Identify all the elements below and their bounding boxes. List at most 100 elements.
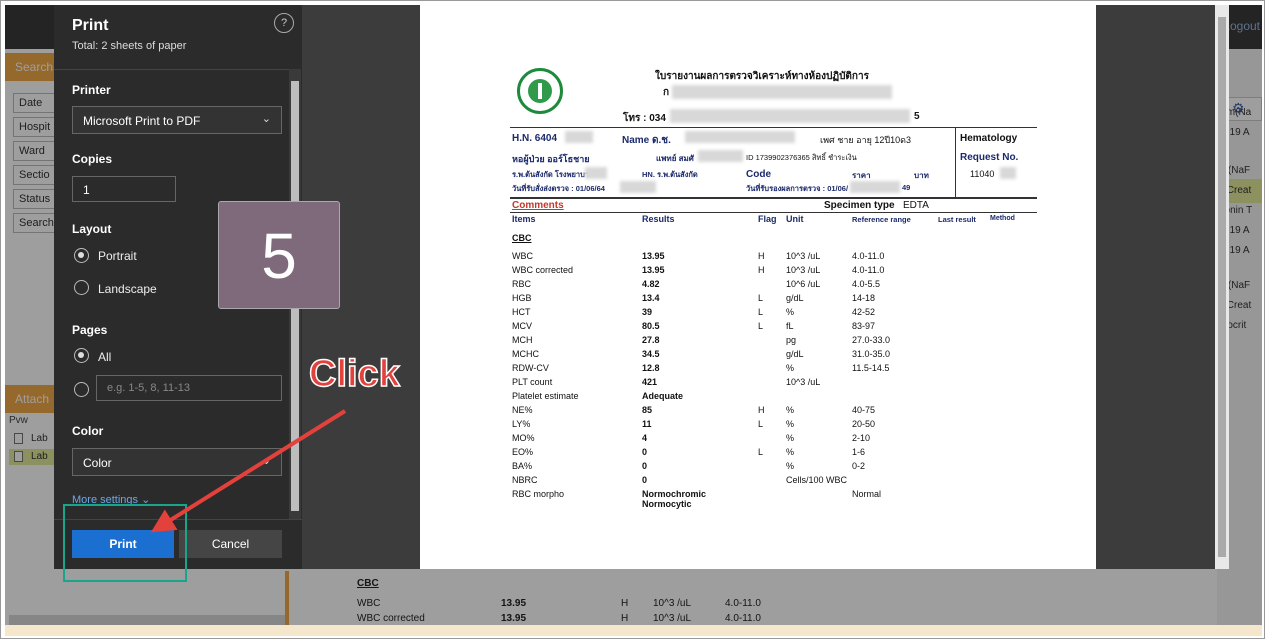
cell-unit: 10^3 /uL [786, 377, 821, 387]
code-label: Code [746, 169, 771, 180]
hospital-logo [517, 68, 563, 114]
doctor-label: แพทย์ สมศั [656, 154, 694, 163]
col-results: Results [642, 214, 675, 224]
cell-ref: 11.5-14.5 [852, 363, 890, 373]
cell-result: 13.4 [642, 293, 660, 303]
send-date: วันที่รับสั่งส่งตรวจ : 01/06/64 [512, 184, 605, 193]
request-no-label: Request No. [960, 152, 1019, 163]
help-icon[interactable]: ? [274, 13, 294, 33]
click-annotation: Click [308, 352, 400, 396]
table-row: WBC 13.95 H 10^3 /uL 4.0-11.0 [420, 251, 1096, 265]
cell-ref: 0-2 [852, 461, 866, 471]
col-last-result: Last result [938, 215, 976, 224]
hospital-name: ก [663, 87, 670, 98]
col-method: Method [990, 215, 1015, 222]
redacted-block [698, 150, 743, 162]
copies-input[interactable]: 1 [72, 176, 176, 202]
cell-flag: H [758, 265, 765, 275]
phone-end: 5 [914, 111, 920, 122]
phone-line: โทร : 034 [623, 113, 666, 124]
pages-custom-radio[interactable] [74, 382, 89, 397]
cell-item: PLT count [512, 377, 553, 387]
hospital-affiliation: ร.พ.ต้นสังกัด โรงพยาบา [512, 170, 590, 179]
cell-result: 12.8 [642, 363, 660, 373]
report-title: ใบรายงานผลการตรวจวิเคราะห์ทางห้องปฏิบัติ… [655, 71, 869, 82]
pages-range-input[interactable]: e.g. 1-5, 8, 11-13 [96, 375, 282, 401]
cell-unit: % [786, 405, 795, 415]
table-row: WBC corrected 13.95 H 10^3 /uL 4.0-11.0 [420, 265, 1096, 279]
landscape-radio[interactable] [74, 280, 89, 295]
cell-result: 85 [642, 405, 653, 415]
cell-unit: % [786, 419, 795, 429]
hn-label: H.N. 6404 [512, 133, 558, 144]
table-row: NE% 85 H% 40-75 [420, 405, 1096, 419]
cell-unit: % [786, 363, 795, 373]
printer-label: Printer [72, 83, 111, 97]
cell-item: WBC [512, 251, 533, 261]
cell-item: MO% [512, 433, 535, 443]
cell-result: 11 [642, 419, 652, 429]
cell-item: BA% [512, 461, 533, 471]
cell-unit: % [786, 307, 795, 317]
cell-unit: % [786, 461, 795, 471]
cell-ref: 27.0-33.0 [852, 335, 891, 345]
cell-unit: % [786, 447, 795, 457]
layout-label: Layout [72, 222, 112, 236]
landscape-label[interactable]: Landscape [98, 282, 157, 296]
cancel-button[interactable]: Cancel [179, 530, 282, 558]
redacted-block [850, 181, 900, 193]
cell-result: 13.95 [642, 251, 665, 261]
cell-result: 34.5 [642, 349, 660, 359]
pages-all-radio[interactable] [74, 348, 89, 363]
color-label: Color [72, 424, 104, 438]
specimen-label: Specimen type [824, 200, 895, 211]
cell-flag: L [758, 321, 764, 331]
printer-select[interactable]: Microsoft Print to PDF ⌄ [72, 106, 282, 134]
pages-all-label[interactable]: All [98, 350, 111, 364]
portrait-radio[interactable] [74, 248, 89, 263]
pages-label: Pages [72, 323, 108, 337]
cell-unit: % [786, 433, 795, 443]
scroll-thumb[interactable] [1218, 17, 1226, 557]
preview-scrollbar[interactable] [1215, 5, 1229, 569]
cell-item: HCT [512, 307, 531, 317]
cell-ref: 1-6 [852, 447, 866, 457]
color-select[interactable]: Color ⌄ [72, 448, 282, 476]
col-flag: Flag [758, 214, 777, 224]
cell-ref: 4.0-5.5 [852, 279, 881, 289]
report-date: วันที่รับรองผลการตรวจ : 01/06/ [746, 184, 849, 193]
cell-flag: L [758, 419, 764, 429]
dialog-subtitle: Total: 2 sheets of paper [72, 40, 187, 52]
cell-item: EO% [512, 447, 534, 457]
baht-label: บาท [914, 171, 929, 180]
portrait-label[interactable]: Portrait [98, 249, 137, 263]
screenshot-frame: Logout Search Date Hospit Ward Sectio St… [0, 0, 1265, 639]
status-bar [5, 625, 1262, 636]
cell-result: 4.82 [642, 279, 660, 289]
comments-label: Comments [512, 200, 564, 211]
table-row: HGB 13.4 Lg/dL 14-18 [420, 293, 1096, 307]
report-date-end: 49 [902, 183, 911, 192]
cell-unit: fL [786, 321, 794, 331]
cell-flag: H [758, 251, 765, 261]
divider [510, 212, 1037, 213]
copies-label: Copies [72, 152, 113, 166]
table-row: EO% 0 L% 1-6 [420, 447, 1096, 461]
redacted-block [1000, 167, 1016, 179]
col-items: Items [512, 214, 536, 224]
cell-result: 39 [642, 307, 653, 317]
cell-unit: 10^6 /uL [786, 279, 821, 289]
table-row: MCH 27.8 pg 27.0-33.0 [420, 335, 1096, 349]
cell-result: 421 [642, 377, 658, 387]
request-no-value: 11040 [970, 169, 995, 179]
cell-flag: H [758, 405, 765, 415]
preview-page: ใบรายงานผลการตรวจวิเคราะห์ทางห้องปฏิบัติ… [420, 5, 1096, 569]
cell-result: 4 [642, 433, 648, 443]
color-value: Color [83, 456, 112, 470]
table-row: Platelet estimate Adequate [420, 391, 1096, 405]
patient-name-label: Name ด.ช. [622, 135, 671, 146]
cell-item: HGB [512, 293, 532, 303]
cell-item: NE% [512, 405, 533, 415]
sex-age: เพศ ชาย อายุ 12ปี10ด3 [820, 135, 911, 145]
cell-item: RBC morpho [512, 489, 565, 499]
